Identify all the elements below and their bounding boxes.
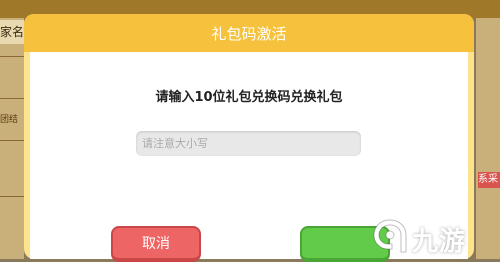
watermark-text: 九游 — [412, 227, 467, 257]
background-left-label: 团结 — [0, 115, 19, 125]
dialog-title: 礼包码激活 — [24, 14, 474, 52]
background-right-badge: 系采 — [478, 172, 500, 188]
watermark: 九游 — [370, 214, 500, 259]
cancel-button[interactable]: 取消 — [111, 226, 201, 262]
gift-code-input[interactable] — [136, 131, 361, 156]
dialog-prompt: 请输入10位礼包兑换码兑换礼包 — [155, 90, 343, 105]
background-divider — [0, 98, 24, 99]
background-divider — [0, 196, 24, 197]
background-left-panel — [0, 18, 24, 259]
background-divider — [0, 140, 24, 141]
background-divider — [0, 56, 24, 57]
jiuyou-logo-icon — [373, 219, 407, 253]
background-name-tab: 家名 — [0, 20, 24, 44]
